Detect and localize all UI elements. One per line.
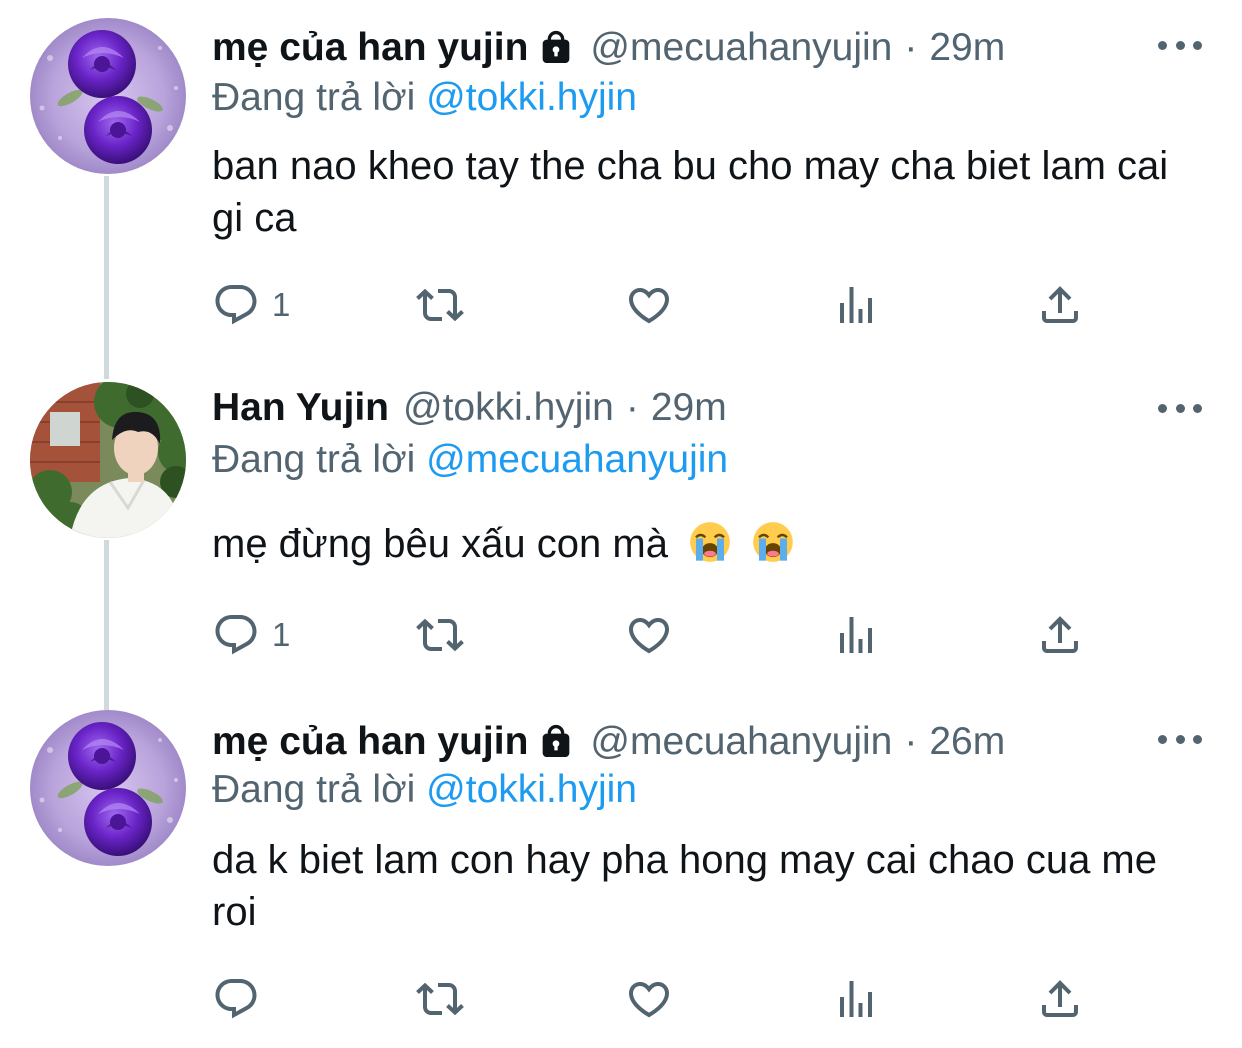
heart-icon xyxy=(625,611,673,659)
share-button[interactable] xyxy=(1036,610,1084,660)
retweet-button[interactable] xyxy=(416,610,464,660)
like-button[interactable] xyxy=(625,974,673,1024)
timestamp[interactable]: 29m xyxy=(651,386,727,430)
views-icon xyxy=(832,281,880,329)
purple-rose-avatar-image xyxy=(30,18,186,174)
thread-line-1 xyxy=(104,176,109,379)
share-icon xyxy=(1036,281,1084,329)
avatar[interactable] xyxy=(30,382,186,538)
avatar[interactable] xyxy=(30,18,186,174)
avatar[interactable] xyxy=(30,710,186,866)
views-button[interactable] xyxy=(832,974,880,1024)
more-icon[interactable] xyxy=(1158,729,1202,749)
reply-icon xyxy=(212,975,260,1023)
handle[interactable]: @tokki.hyjin xyxy=(403,386,614,430)
lock-icon xyxy=(536,28,576,68)
display-name[interactable]: mẹ của han yujin xyxy=(212,720,528,764)
lock-icon xyxy=(536,722,576,762)
reply-prefix: Đang trả lời xyxy=(212,76,416,119)
reply-to-mention[interactable]: @tokki.hyjin xyxy=(426,768,637,811)
display-name[interactable]: mẹ của han yujin xyxy=(212,26,528,70)
reply-button[interactable]: 1 xyxy=(212,280,290,330)
reply-icon xyxy=(212,611,260,659)
reply-count: 1 xyxy=(272,616,291,653)
views-icon xyxy=(832,611,880,659)
separator-dot: · xyxy=(625,386,639,429)
retweet-icon xyxy=(416,611,464,659)
heart-icon xyxy=(625,975,673,1023)
share-icon xyxy=(1036,975,1084,1023)
tweet-text: mẹ đừng bêu xấu con mà xyxy=(212,522,668,566)
tweet-text: ban nao kheo tay the cha bu cho may cha … xyxy=(212,144,1169,240)
reply-prefix: Đang trả lời xyxy=(212,768,416,811)
handle[interactable]: @mecuahanyujin xyxy=(590,26,892,70)
purple-rose-avatar-image xyxy=(30,710,186,866)
reply-to-mention[interactable]: @mecuahanyujin xyxy=(426,438,728,481)
retweet-icon xyxy=(416,281,464,329)
reply-to-mention[interactable]: @tokki.hyjin xyxy=(426,76,637,119)
thread-line-2 xyxy=(104,540,109,710)
action-bar: 1 xyxy=(212,280,1112,330)
tweet-text-block: mẹ đừng bêu xấu con mà xyxy=(212,518,1202,570)
more-icon[interactable] xyxy=(1158,35,1202,55)
reply-count: 1 xyxy=(272,286,291,323)
retweet-button[interactable] xyxy=(416,280,464,330)
reply-icon xyxy=(212,281,260,329)
share-icon xyxy=(1036,611,1084,659)
replying-to: Đang trả lời @tokki.hyjin xyxy=(212,76,637,120)
tweet-header: mẹ của han yujin @mecuahanyujin · 26m xyxy=(212,714,1005,770)
reply-prefix: Đang trả lời xyxy=(212,438,416,481)
boy-avatar-image xyxy=(30,382,186,538)
like-button[interactable] xyxy=(625,610,673,660)
display-name[interactable]: Han Yujin xyxy=(212,386,389,430)
retweet-button[interactable] xyxy=(416,974,464,1024)
handle[interactable]: @mecuahanyujin xyxy=(590,720,892,764)
separator-dot: · xyxy=(904,720,918,763)
loudly-crying-face-emoji xyxy=(752,521,794,563)
reply-button[interactable] xyxy=(212,974,272,1024)
timestamp[interactable]: 26m xyxy=(929,720,1005,764)
replying-to: Đang trả lời @mecuahanyujin xyxy=(212,438,728,482)
like-button[interactable] xyxy=(625,280,673,330)
separator-dot: · xyxy=(904,26,918,69)
retweet-icon xyxy=(416,975,464,1023)
views-button[interactable] xyxy=(832,610,880,660)
timestamp[interactable]: 29m xyxy=(929,26,1005,70)
views-button[interactable] xyxy=(832,280,880,330)
views-icon xyxy=(832,975,880,1023)
tweet-header: mẹ của han yujin @mecuahanyujin · 29m xyxy=(212,20,1005,76)
more-icon[interactable] xyxy=(1158,398,1202,418)
action-bar xyxy=(212,974,1112,1024)
reply-button[interactable]: 1 xyxy=(212,610,290,660)
tweet-header: Han Yujin @tokki.hyjin · 29m xyxy=(212,380,727,436)
heart-icon xyxy=(625,281,673,329)
share-button[interactable] xyxy=(1036,974,1084,1024)
loudly-crying-face-emoji xyxy=(689,521,731,563)
action-bar: 1 xyxy=(212,610,1112,660)
replying-to: Đang trả lời @tokki.hyjin xyxy=(212,768,637,812)
share-button[interactable] xyxy=(1036,280,1084,330)
tweet-text: da k biet lam con hay pha hong may cai c… xyxy=(212,838,1157,934)
